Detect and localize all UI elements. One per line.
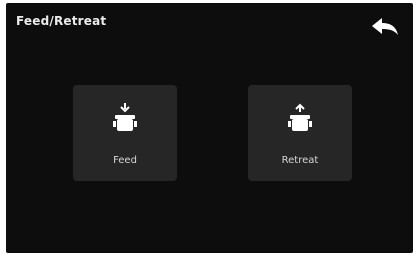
- retreat-button[interactable]: Retreat: [248, 85, 352, 181]
- feed-label: Feed: [113, 155, 137, 166]
- screen: Feed/Retreat Feed Retreat: [6, 3, 413, 253]
- back-arrow-icon: [370, 16, 400, 40]
- extruder-retreat-icon: [286, 103, 314, 135]
- extruder-feed-icon: [111, 103, 139, 135]
- page-title: Feed/Retreat: [16, 14, 107, 28]
- retreat-label: Retreat: [281, 155, 319, 166]
- back-button[interactable]: [370, 16, 400, 40]
- device-frame: Feed/Retreat Feed Retreat: [0, 0, 419, 256]
- feed-button[interactable]: Feed: [73, 85, 177, 181]
